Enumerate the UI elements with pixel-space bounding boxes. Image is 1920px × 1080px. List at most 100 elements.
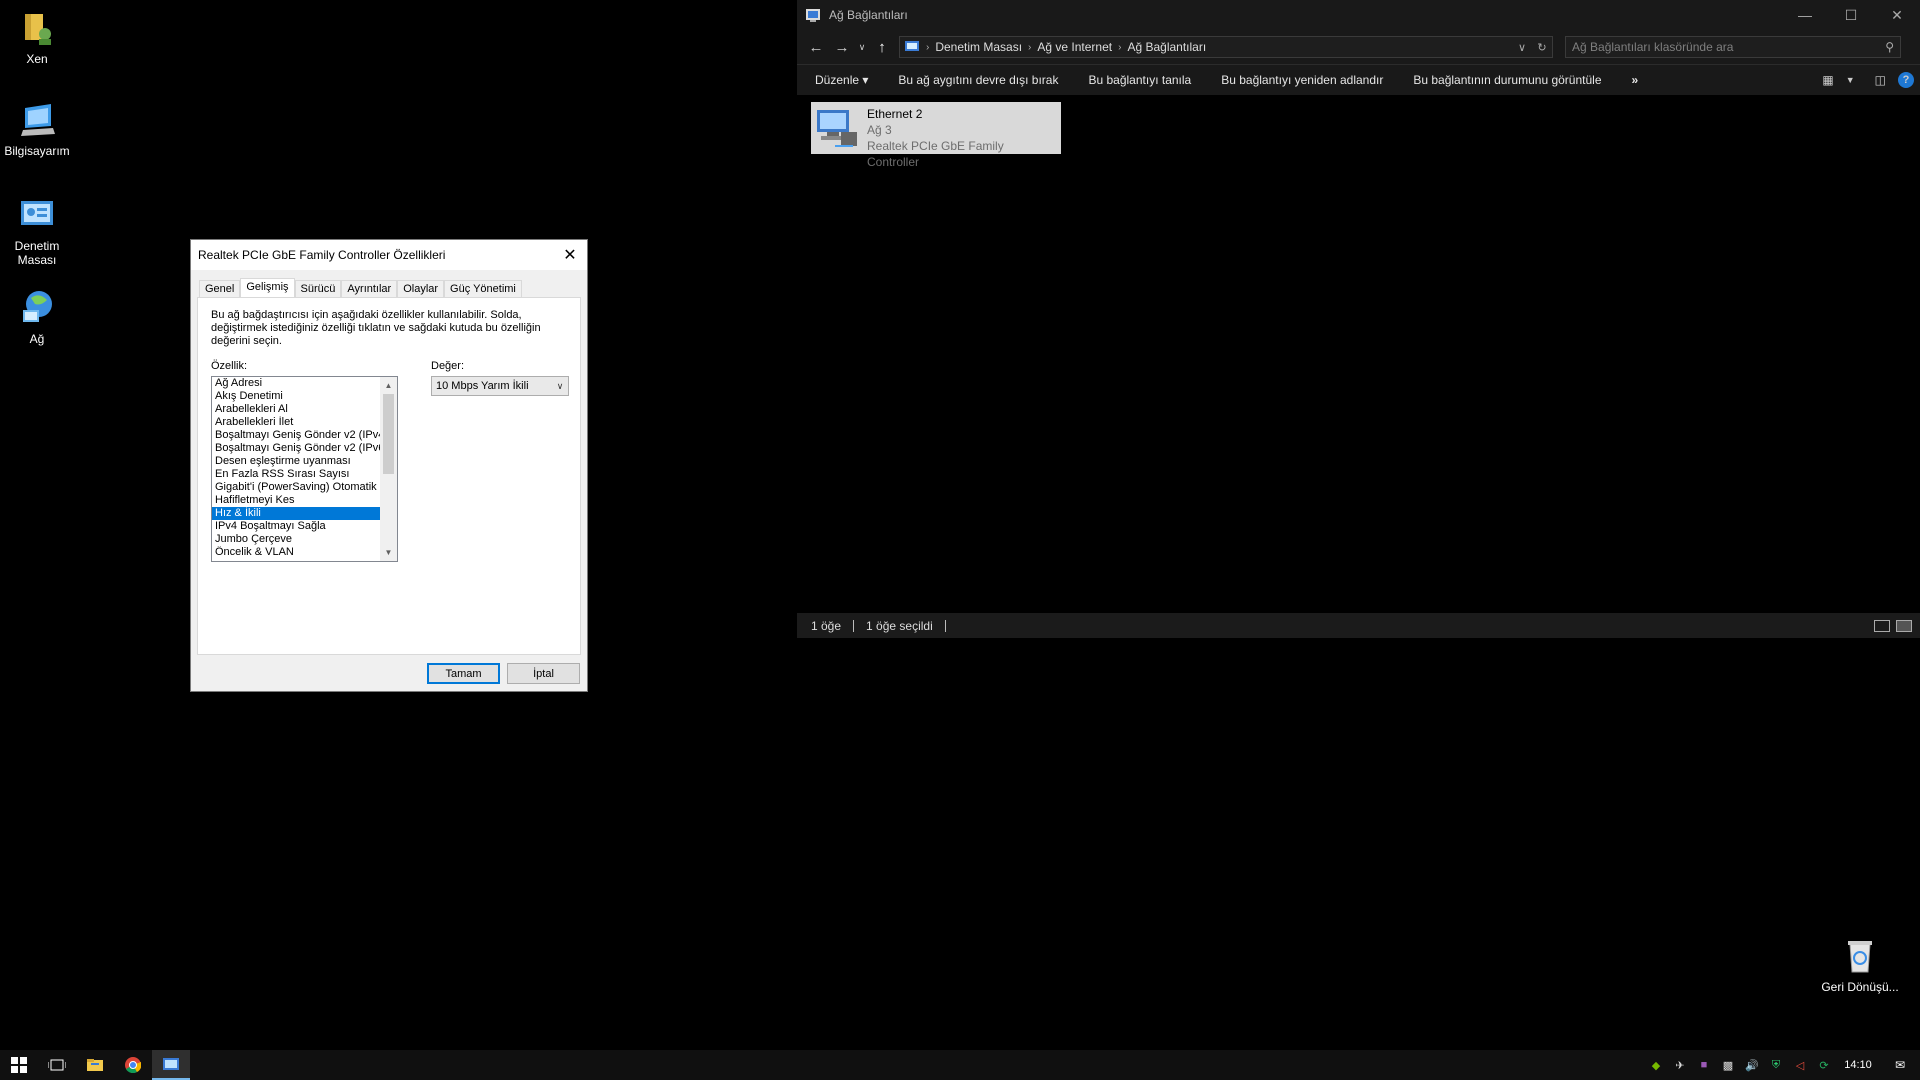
breadcrumb-control-panel[interactable]: Denetim Masası (935, 40, 1022, 54)
window-title-bar[interactable]: Ağ Bağlantıları — ☐ ✕ (797, 0, 1920, 30)
desktop-icon-computer[interactable]: Bilgisayarım (0, 100, 77, 158)
start-button[interactable] (0, 1050, 38, 1080)
maximize-icon[interactable]: ☐ (1828, 0, 1874, 30)
security-icon[interactable]: ⛨ (1764, 1050, 1788, 1080)
sync-icon[interactable]: ⟳ (1812, 1050, 1836, 1080)
list-item[interactable]: Gigabit'i (PowerSaving) Otomatik C (212, 481, 380, 494)
system-tray: ◆ ✈ ■ ▩ 🔊 ⛨ ◁ ⟳ 14:10 ✉ (1644, 1050, 1920, 1080)
ethernet-connection-item[interactable]: Ethernet 2 Ağ 3 Realtek PCIe GbE Family … (811, 102, 1061, 169)
value-select[interactable]: 10 Mbps Yarım İkili ∨ (431, 376, 569, 396)
rename-connection-button[interactable]: Bu bağlantıyı yeniden adlandır (1221, 73, 1383, 87)
details-view-icon[interactable] (1874, 619, 1890, 632)
task-view-button[interactable] (38, 1050, 76, 1080)
breadcrumb-separator-icon: › (926, 41, 930, 53)
list-item[interactable]: Desen eşleştirme uyanması (212, 455, 380, 468)
taskbar: ◆ ✈ ■ ▩ 🔊 ⛨ ◁ ⟳ 14:10 ✉ (0, 1050, 1920, 1080)
search-input[interactable]: Ağ Bağlantıları klasöründe ara ⚲ (1565, 36, 1901, 58)
adapter-properties-dialog[interactable]: Realtek PCIe GbE Family Controller Özell… (190, 239, 588, 692)
connection-network: Ağ 3 (867, 123, 892, 137)
status-bar: 1 öğe 1 öğe seçildi (797, 613, 1920, 638)
change-view-icon[interactable]: ▦ (1822, 73, 1833, 87)
dialog-tabs: Genel Gelişmiş Sürücü Ayrıntılar Olaylar… (199, 278, 522, 299)
view-status-button[interactable]: Bu bağlantının durumunu görüntüle (1413, 73, 1601, 87)
tab-details[interactable]: Ayrıntılar (341, 280, 398, 298)
list-item[interactable]: Jumbo Çerçeve (212, 533, 380, 546)
tab-advanced[interactable]: Gelişmiş (240, 278, 295, 299)
window-title: Ağ Bağlantıları (829, 8, 908, 22)
list-item[interactable]: Boşaltmayı Geniş Gönder v2 (IPv6) (212, 442, 380, 455)
diagnose-connection-button[interactable]: Bu bağlantıyı tanıla (1088, 73, 1191, 87)
command-bar: Düzenle ▾ Bu ağ aygıtını devre dışı bıra… (797, 64, 1920, 94)
control-panel-taskbar-button[interactable] (152, 1050, 190, 1080)
list-item[interactable]: En Fazla RSS Sırası Sayısı (212, 468, 380, 481)
preview-pane-icon[interactable]: ◫ (1875, 73, 1886, 87)
breadcrumb-separator-icon: › (1118, 41, 1122, 53)
action-center-icon[interactable]: ✉ (1880, 1050, 1920, 1080)
tiles-view-icon[interactable] (1896, 619, 1912, 632)
network-icon[interactable]: ▩ (1716, 1050, 1740, 1080)
speaker-icon[interactable]: ◁ (1788, 1050, 1812, 1080)
tab-driver[interactable]: Sürücü (294, 280, 342, 298)
desktop-icon-control-panel[interactable]: Denetim Masası (0, 195, 77, 267)
breadcrumb-network-connections[interactable]: Ağ Bağlantıları (1127, 40, 1206, 54)
volume-icon[interactable]: 🔊 (1740, 1050, 1764, 1080)
more-commands-button[interactable]: » (1632, 73, 1639, 87)
list-item[interactable]: Boşaltmayı Geniş Gönder v2 (IPv4) (212, 429, 380, 442)
scroll-down-icon[interactable]: ▼ (380, 544, 397, 561)
folder-icon (87, 1059, 103, 1071)
desktop-icon-label: Bilgisayarım (4, 144, 70, 158)
dialog-title-bar[interactable]: Realtek PCIe GbE Family Controller Özell… (191, 240, 587, 270)
refresh-icon[interactable]: ↻ (1532, 41, 1552, 54)
network-connections-window[interactable]: Ağ Bağlantıları — ☐ ✕ ← → ∨ ↑ › Denetim … (797, 0, 1920, 638)
tab-power-management[interactable]: Güç Yönetimi (444, 280, 522, 298)
airplane-icon[interactable]: ✈ (1668, 1050, 1692, 1080)
ok-button[interactable]: Tamam (427, 663, 500, 684)
chevron-down-icon: ∨ (556, 380, 564, 391)
list-item[interactable]: Hafifletmeyi Kes (212, 494, 380, 507)
scroll-up-icon[interactable]: ▲ (380, 377, 397, 394)
scroll-thumb[interactable] (383, 394, 394, 474)
recent-locations-chevron-icon[interactable]: ∨ (855, 34, 869, 60)
search-placeholder: Ağ Bağlantıları klasöründe ara (1572, 40, 1734, 54)
clock[interactable]: 14:10 (1836, 1059, 1880, 1071)
chrome-button[interactable] (114, 1050, 152, 1080)
forward-arrow-icon[interactable]: → (829, 34, 855, 60)
list-item[interactable]: Arabellekleri İlet (212, 416, 380, 429)
cancel-button[interactable]: İptal (507, 663, 580, 684)
list-item[interactable]: Ağ Adresi (212, 377, 380, 390)
desktop-icon-user[interactable]: Xen (0, 8, 77, 66)
tab-events[interactable]: Olaylar (397, 280, 445, 298)
task-view-icon (48, 1059, 66, 1071)
address-input[interactable]: › Denetim Masası › Ağ ve Internet › Ağ B… (899, 36, 1553, 58)
list-item[interactable]: Arabellekleri Al (212, 403, 380, 416)
disable-device-button[interactable]: Bu ağ aygıtını devre dışı bırak (898, 73, 1058, 87)
file-list-area[interactable]: Ethernet 2 Ağ 3 Realtek PCIe GbE Family … (797, 95, 1920, 613)
nvidia-icon[interactable]: ◆ (1644, 1050, 1668, 1080)
tab-general[interactable]: Genel (199, 280, 241, 298)
breadcrumb-network-internet[interactable]: Ağ ve Internet (1037, 40, 1112, 54)
organize-button[interactable]: Düzenle ▾ (815, 73, 868, 87)
network-globe-icon (17, 288, 57, 328)
user-folder-icon (17, 8, 57, 48)
minimize-icon[interactable]: — (1782, 0, 1828, 30)
list-item[interactable]: Akış Denetimi (212, 390, 380, 403)
desktop-icon-recycle-bin[interactable]: Geri Dönüşü... (1820, 936, 1900, 994)
file-explorer-button[interactable] (76, 1050, 114, 1080)
help-icon[interactable]: ? (1898, 71, 1914, 88)
desktop-icon-label: Xen (26, 52, 48, 66)
app-tray-icon[interactable]: ■ (1692, 1050, 1716, 1080)
computer-icon (17, 100, 57, 140)
desktop-icon-network[interactable]: Ağ (0, 288, 77, 346)
property-list-scrollbar[interactable]: ▲ ▼ (380, 377, 397, 561)
property-listbox[interactable]: Ağ Adresi Akış Denetimi Arabellekleri Al… (211, 376, 398, 562)
close-icon[interactable]: ✕ (1874, 0, 1920, 30)
view-dropdown-icon[interactable]: ▼ (1846, 75, 1855, 85)
list-item-selected[interactable]: Hız & İkili (212, 507, 380, 520)
up-arrow-icon[interactable]: ↑ (869, 34, 895, 60)
close-icon[interactable]: ✕ (553, 240, 587, 270)
search-icon[interactable]: ⚲ (1885, 40, 1894, 54)
list-item[interactable]: IPv4 Boşaltmayı Sağla (212, 520, 380, 533)
address-dropdown-icon[interactable]: ∨ (1512, 41, 1532, 54)
list-item[interactable]: Öncelik & VLAN (212, 546, 380, 559)
back-arrow-icon[interactable]: ← (803, 34, 829, 60)
